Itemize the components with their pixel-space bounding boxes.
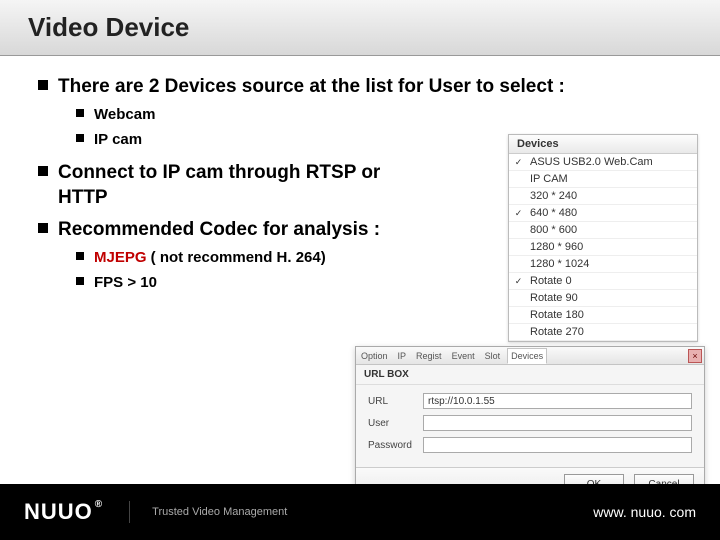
bullet-icon [38,166,48,176]
rotate-label: Rotate 270 [530,326,584,338]
check-icon [513,174,524,185]
resolution-label: 1280 * 960 [530,241,583,253]
password-input[interactable] [423,437,692,453]
dialog-body: URL rtsp://10.0.1.55 User Password [356,385,704,467]
resolution-label: 640 * 480 [530,207,577,219]
bullet-icon [76,109,84,117]
resolution-option[interactable]: 320 * 240 [509,188,697,205]
check-icon [513,259,524,270]
dialog-tabs: Option IP Regist Event Slot Devices × [356,347,704,365]
bullet-icon [38,223,48,233]
bullet-text: Connect to IP cam through RTSP or HTTP [58,160,418,211]
rotate-option[interactable]: Rotate 270 [509,324,697,341]
rotate-option[interactable]: Rotate 90 [509,290,697,307]
rotate-label: Rotate 90 [530,292,578,304]
close-icon[interactable]: × [688,349,702,363]
rotate-option[interactable]: ✓ Rotate 0 [509,273,697,290]
device-option[interactable]: IP CAM [509,171,697,188]
check-icon: ✓ [513,157,524,168]
resolution-option[interactable]: 1280 * 1024 [509,256,697,273]
devices-panel-header: Devices [509,135,697,154]
check-icon [513,327,524,338]
devices-panel: Devices ✓ ASUS USB2.0 Web.Cam IP CAM 320 … [508,134,698,342]
tab-event[interactable]: Event [449,349,478,363]
bullet-text: Recommended Codec for analysis : [58,217,380,243]
user-input[interactable] [423,415,692,431]
password-label: Password [368,440,423,451]
sub-text: MJEPG ( not recommend H. 264) [94,247,326,268]
tab-devices[interactable]: Devices [507,348,547,364]
tab-slot[interactable]: Slot [482,349,504,363]
logo-text: NUUO [24,499,93,525]
resolution-label: 1280 * 1024 [530,258,589,270]
check-icon [513,191,524,202]
resolution-label: 800 * 600 [530,224,577,236]
check-icon: ✓ [513,208,524,219]
bullet-text: There are 2 Devices source at the list f… [58,74,565,100]
bullet-icon [76,252,84,260]
bullet-icon [76,134,84,142]
codec-note: ( not recommend H. 264) [147,249,326,266]
url-label: URL [368,396,423,407]
sub-text: FPS > 10 [94,272,157,293]
rotate-option[interactable]: Rotate 180 [509,307,697,324]
registered-icon: ® [95,499,103,510]
codec-name: MJEPG [94,249,147,266]
bullet-icon [38,80,48,90]
bullet-devices-source: There are 2 Devices source at the list f… [38,74,682,100]
logo: NUUO ® [24,499,103,525]
footer: NUUO ® Trusted Video Management www. nuu… [0,484,720,540]
footer-tagline: Trusted Video Management [129,501,287,523]
bullet-icon [76,277,84,285]
rotate-label: Rotate 0 [530,275,572,287]
sub-text: IP cam [94,129,142,150]
check-icon [513,225,524,236]
device-label: ASUS USB2.0 Web.Cam [530,156,653,168]
tab-ip[interactable]: IP [395,349,410,363]
rotate-label: Rotate 180 [530,309,584,321]
user-label: User [368,418,423,429]
check-icon [513,242,524,253]
resolution-option[interactable]: 1280 * 960 [509,239,697,256]
dialog-title: URL BOX [356,365,704,385]
tab-option[interactable]: Option [358,349,391,363]
check-icon [513,293,524,304]
check-icon: ✓ [513,276,524,287]
tab-regist[interactable]: Regist [413,349,445,363]
resolution-option[interactable]: 800 * 600 [509,222,697,239]
check-icon [513,310,524,321]
sub-text: Webcam [94,104,155,125]
resolution-option[interactable]: ✓ 640 * 480 [509,205,697,222]
title-bar: Video Device [0,0,720,56]
device-label: IP CAM [530,173,568,185]
sub-item-webcam: Webcam [76,104,682,125]
url-input[interactable]: rtsp://10.0.1.55 [423,393,692,409]
resolution-label: 320 * 240 [530,190,577,202]
page-title: Video Device [28,12,692,43]
footer-url: www. nuuo. com [593,504,696,520]
device-option[interactable]: ✓ ASUS USB2.0 Web.Cam [509,154,697,171]
url-box-dialog: Option IP Regist Event Slot Devices × UR… [355,346,705,501]
